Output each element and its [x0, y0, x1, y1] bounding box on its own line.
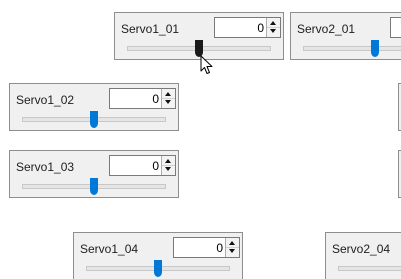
servo1-03-panel: Servo1_03 0	[9, 150, 179, 198]
servo-value: 0	[152, 159, 159, 173]
servo-slider-thumb[interactable]	[154, 260, 162, 277]
servo1-02-panel: Servo1_02 0	[9, 83, 179, 131]
servo-label: Servo1_02	[16, 93, 75, 107]
servo-slider-thumb[interactable]	[90, 178, 98, 195]
servo2-04-panel: Servo2_04 0	[325, 232, 401, 279]
servo-value-spinbox[interactable]: 0	[214, 17, 281, 38]
servo-value-spinbox[interactable]: 0	[390, 17, 401, 38]
servo-value-spinbox[interactable]: 0	[173, 237, 240, 258]
servo-label: Servo2_04	[332, 242, 391, 256]
servo1-01-panel: Servo1_01 0	[114, 12, 284, 60]
servo-value-spinbox[interactable]: 0	[109, 155, 176, 176]
servo-value: 0	[257, 21, 264, 35]
servo-value: 0	[216, 241, 223, 255]
servo-slider-track[interactable]	[303, 46, 401, 51]
servo1-04-panel: Servo1_04 0	[73, 232, 243, 279]
down-arrow-icon[interactable]	[270, 29, 276, 33]
servo-control-page: Servo1_01 0 Servo2_01 0 Servo1_02	[0, 0, 401, 279]
up-arrow-icon[interactable]	[229, 241, 235, 245]
servo-label: Servo1_03	[16, 160, 75, 174]
up-arrow-icon[interactable]	[270, 21, 276, 25]
servo-value-spinbox[interactable]: 0	[109, 88, 176, 109]
spin-buttons	[161, 156, 175, 175]
up-arrow-icon[interactable]	[165, 92, 171, 96]
down-arrow-icon[interactable]	[229, 249, 235, 253]
down-arrow-icon[interactable]	[165, 167, 171, 171]
servo-slider-thumb[interactable]	[90, 111, 98, 128]
down-arrow-icon[interactable]	[165, 100, 171, 104]
mouse-pointer-icon	[200, 55, 213, 74]
servo-value: 0	[152, 92, 159, 106]
servo2-01-panel: Servo2_01 0	[290, 12, 401, 60]
spin-buttons	[266, 18, 280, 37]
up-arrow-icon[interactable]	[165, 159, 171, 163]
servo-label: Servo2_01	[297, 22, 356, 36]
spin-buttons	[225, 238, 239, 257]
spin-buttons	[161, 89, 175, 108]
servo-slider-track[interactable]	[338, 266, 401, 271]
spin-divider	[226, 247, 239, 248]
servo-slider-thumb[interactable]	[371, 40, 379, 57]
spin-divider	[267, 27, 280, 28]
servo-label: Servo1_01	[121, 22, 180, 36]
spin-divider	[162, 98, 175, 99]
spin-divider	[162, 165, 175, 166]
servo-label: Servo1_04	[80, 242, 139, 256]
